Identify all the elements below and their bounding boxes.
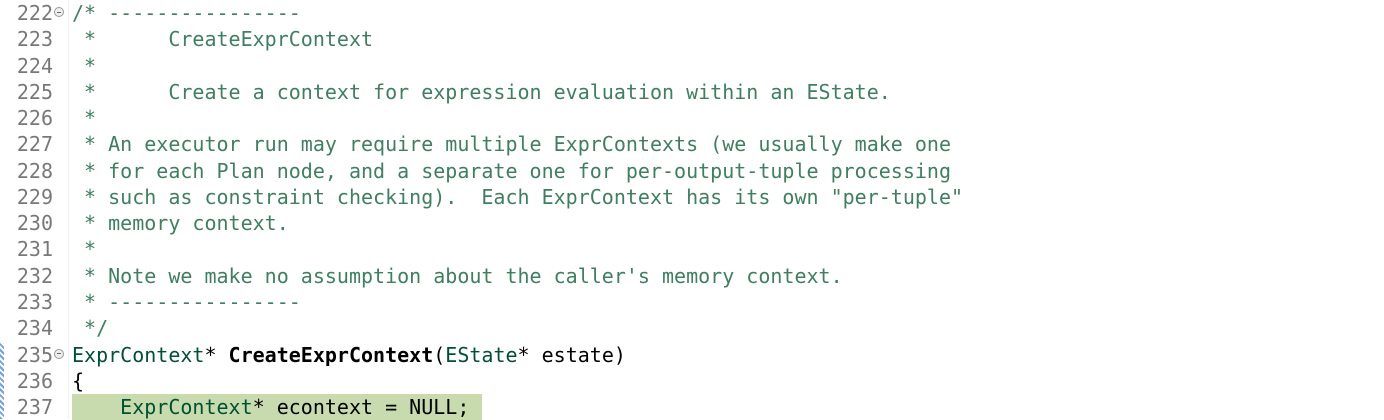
code-text: * ----------------	[72, 289, 301, 315]
line-number: 237	[16, 395, 53, 420]
token-type: ExprContext	[72, 342, 205, 367]
code-text: * memory context.	[72, 210, 289, 236]
token-comment: * ----------------	[72, 289, 301, 314]
code-text: /* ----------------	[72, 0, 301, 26]
code-line[interactable]: 235 ExprContext* CreateExprContext(EState…	[0, 342, 1384, 368]
line-number: 227	[16, 132, 53, 157]
fold-collapse-icon[interactable]	[54, 7, 64, 17]
code-line[interactable]: 229 * such as constraint checking). Each…	[0, 184, 1384, 210]
token-comment: * CreateExprContext	[72, 27, 374, 52]
token-plain: * econtext = NULL;	[252, 395, 470, 420]
line-number: 231	[16, 237, 53, 262]
token-comment: /* ----------------	[72, 1, 301, 25]
line-number: 225	[16, 79, 53, 104]
line-number: 222	[16, 1, 53, 25]
code-line[interactable]: 228 * for each Plan node, and a separate…	[0, 158, 1384, 184]
line-number: 233	[16, 289, 53, 314]
current-line-highlight: ExprContext* econtext = NULL;	[72, 394, 482, 420]
code-line[interactable]: 231 *	[0, 236, 1384, 262]
token-comment: * Create a context for expression evalua…	[72, 79, 891, 104]
code-text: {	[72, 368, 84, 394]
token-comment: *	[72, 237, 97, 262]
code-line[interactable]: 227 * An executor run may require multip…	[0, 131, 1384, 157]
line-number: 235	[16, 342, 53, 367]
code-line[interactable]: 233 * ----------------	[0, 289, 1384, 315]
fold-collapse-icon[interactable]	[54, 348, 64, 359]
code-text: * An executor run may require multiple E…	[72, 131, 951, 157]
code-line[interactable]: 224 *	[0, 53, 1384, 79]
code-line[interactable]: 236 {	[0, 368, 1384, 394]
code-line[interactable]: 237 ExprContext* econtext = NULL;	[0, 394, 1384, 420]
token-comment: * memory context.	[72, 211, 289, 236]
line-number: 236	[16, 368, 53, 393]
token-type: EState	[445, 342, 518, 367]
code-text: * Note we make no assumption about the c…	[72, 263, 843, 289]
code-text: * Create a context for expression evalua…	[72, 79, 891, 105]
token-comment: * such as constraint checking). Each Exp…	[72, 184, 964, 209]
line-number: 232	[16, 263, 53, 288]
token-comment: *	[72, 53, 97, 78]
code-text: * CreateExprContext	[72, 26, 373, 52]
line-number: 223	[16, 27, 53, 52]
token-plain: {	[72, 368, 85, 393]
line-number: 229	[16, 184, 53, 209]
code-text: *	[72, 53, 96, 79]
token-bold: CreateExprContext	[228, 342, 434, 367]
token-comment: *	[72, 106, 97, 131]
code-line[interactable]: 230 * memory context.	[0, 210, 1384, 236]
token-comment: * Note we make no assumption about the c…	[72, 263, 843, 288]
code-line[interactable]: 234 */	[0, 315, 1384, 341]
token-plain: (	[433, 342, 446, 367]
code-text: *	[72, 236, 96, 262]
code-text: ExprContext* econtext = NULL;	[72, 394, 482, 420]
code-line[interactable]: 226 *	[0, 105, 1384, 131]
line-number: 224	[16, 53, 53, 78]
code-text: * for each Plan node, and a separate one…	[72, 158, 951, 184]
code-line[interactable]: 223 * CreateExprContext	[0, 26, 1384, 52]
code-line[interactable]: 225 * Create a context for expression ev…	[0, 79, 1384, 105]
code-text: * such as constraint checking). Each Exp…	[72, 184, 963, 210]
line-number: 226	[16, 106, 53, 131]
token-plain: *	[204, 342, 229, 367]
code-line[interactable]: 222 /* ----------------	[0, 0, 1384, 26]
token-comment: * for each Plan node, and a separate one…	[72, 158, 951, 183]
code-editor[interactable]: 222/* ---------------- 223 * CreateExprCo…	[0, 0, 1384, 420]
code-line[interactable]: 232 * Note we make no assumption about t…	[0, 263, 1384, 289]
line-number: 234	[16, 316, 53, 341]
code-text: */	[72, 315, 108, 341]
code-text: *	[72, 105, 96, 131]
line-number: 228	[16, 158, 53, 183]
token-plain: * estate)	[517, 342, 626, 367]
code-text: ExprContext* CreateExprContext(EState* e…	[72, 342, 626, 368]
token-comment: */	[72, 316, 109, 341]
line-number: 230	[16, 211, 53, 236]
token-comment: * An executor run may require multiple E…	[72, 132, 951, 157]
token-type: ExprContext	[120, 395, 253, 420]
